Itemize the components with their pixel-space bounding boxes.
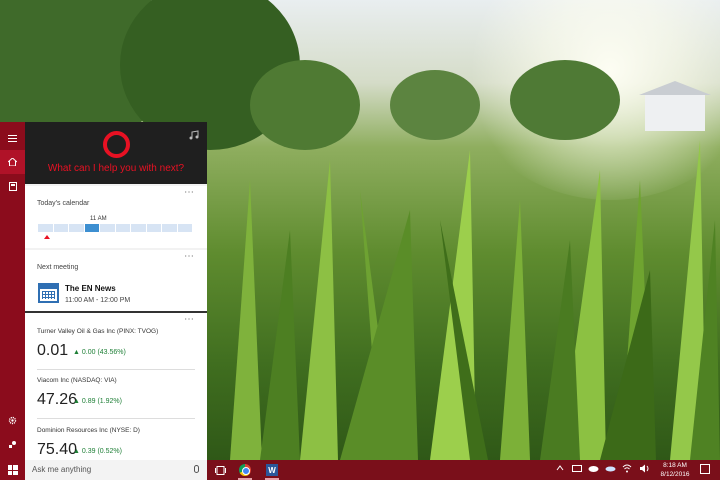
clock-date: 8/12/2016 xyxy=(660,471,690,478)
calendar-icon xyxy=(38,283,59,303)
search-input[interactable]: Ask me anything xyxy=(32,465,91,474)
keyboard-icon[interactable] xyxy=(572,464,582,472)
meeting-name: The EN News xyxy=(65,284,116,293)
card-more-button[interactable]: ⋯ xyxy=(184,314,195,325)
up-arrow-icon: ▲ xyxy=(73,398,80,405)
calendar-time-marker: 11 AM xyxy=(90,216,107,222)
chrome-taskbar-button[interactable] xyxy=(235,462,255,480)
windows-logo-icon xyxy=(7,465,18,475)
hamburger-menu-button[interactable] xyxy=(0,126,25,150)
stock-change: ▲ 0.89 (1.92%) xyxy=(73,398,122,405)
up-arrow-icon: ▲ xyxy=(73,448,80,455)
taskbar: Ask me anything W 8:18 AM 8/12/2016 xyxy=(0,460,720,480)
task-view-icon xyxy=(214,465,226,475)
up-arrow-icon: ▲ xyxy=(73,349,80,356)
word-taskbar-button[interactable]: W xyxy=(262,462,282,480)
calendar-timeline xyxy=(38,224,193,232)
card-more-button[interactable]: ⋯ xyxy=(184,187,195,198)
stock-change: ▲ 0.00 (43.56%) xyxy=(73,349,126,356)
cortana-prompt: What can I help you with next? xyxy=(47,163,185,174)
calendar-card[interactable]: ⋯ Today's calendar 11 AM xyxy=(25,186,207,248)
meeting-time: 11:00 AM - 12:00 PM xyxy=(65,297,131,304)
card-more-button[interactable]: ⋯ xyxy=(184,251,195,262)
settings-button[interactable] xyxy=(0,408,25,432)
meeting-card-title: Next meeting xyxy=(37,264,79,271)
calendar-event-block[interactable] xyxy=(84,224,100,232)
onedrive-icon[interactable] xyxy=(605,464,616,472)
home-button[interactable] xyxy=(0,150,25,174)
stock-item[interactable]: Turner Valley Oil & Gas Inc (PINX: TVOG)… xyxy=(25,328,207,370)
feedback-button[interactable] xyxy=(0,432,25,456)
divider xyxy=(37,418,195,419)
stock-item[interactable]: Viacom Inc (NASDAQ: VIA) 47.26 ▲ 0.89 (1… xyxy=(25,377,207,419)
system-clock[interactable]: 8:18 AM 8/12/2016 xyxy=(660,461,690,479)
stocks-card[interactable]: ⋯ Turner Valley Oil & Gas Inc (PINX: TVO… xyxy=(25,313,207,460)
cortana-header: What can I help you with next? xyxy=(25,122,207,184)
cortana-rail xyxy=(0,122,25,460)
notebook-icon xyxy=(8,181,17,191)
stock-price: 47.26 xyxy=(37,391,78,408)
search-box[interactable]: Ask me anything xyxy=(25,460,207,480)
stock-change: ▲ 0.39 (0.52%) xyxy=(73,448,122,455)
stock-name: Dominion Resources Inc (NYSE: D) xyxy=(37,427,140,434)
microphone-icon[interactable] xyxy=(194,465,199,473)
wifi-icon[interactable] xyxy=(622,464,632,473)
hamburger-icon xyxy=(8,134,17,142)
home-icon xyxy=(8,158,17,166)
stock-name: Viacom Inc (NASDAQ: VIA) xyxy=(37,377,117,384)
cortana-logo-icon[interactable] xyxy=(103,131,130,158)
chrome-icon xyxy=(239,464,251,476)
action-center-icon[interactable] xyxy=(700,464,710,474)
stock-price: 0.01 xyxy=(37,342,69,359)
divider xyxy=(37,369,195,370)
volume-icon[interactable] xyxy=(640,464,650,473)
music-note-icon[interactable] xyxy=(189,130,199,140)
gear-icon xyxy=(8,416,17,424)
task-view-button[interactable] xyxy=(210,462,230,478)
word-icon: W xyxy=(266,464,278,476)
current-time-indicator xyxy=(44,235,50,239)
start-button[interactable] xyxy=(0,460,25,480)
stock-price: 75.40 xyxy=(37,441,78,458)
calendar-card-title: Today's calendar xyxy=(37,200,90,207)
feedback-icon xyxy=(9,440,16,448)
clock-time: 8:18 AM xyxy=(663,462,687,469)
cortana-panel: What can I help you with next? ⋯ Today's… xyxy=(25,122,207,460)
meeting-card[interactable]: ⋯ Next meeting The EN News 11:00 AM - 12… xyxy=(25,250,207,317)
stock-item[interactable]: Dominion Resources Inc (NYSE: D) 75.40 ▲… xyxy=(25,427,207,460)
notebook-button[interactable] xyxy=(0,174,25,198)
chevron-up-icon[interactable] xyxy=(556,464,564,472)
cloud-icon[interactable] xyxy=(588,464,599,472)
stock-name: Turner Valley Oil & Gas Inc (PINX: TVOG) xyxy=(37,328,159,335)
